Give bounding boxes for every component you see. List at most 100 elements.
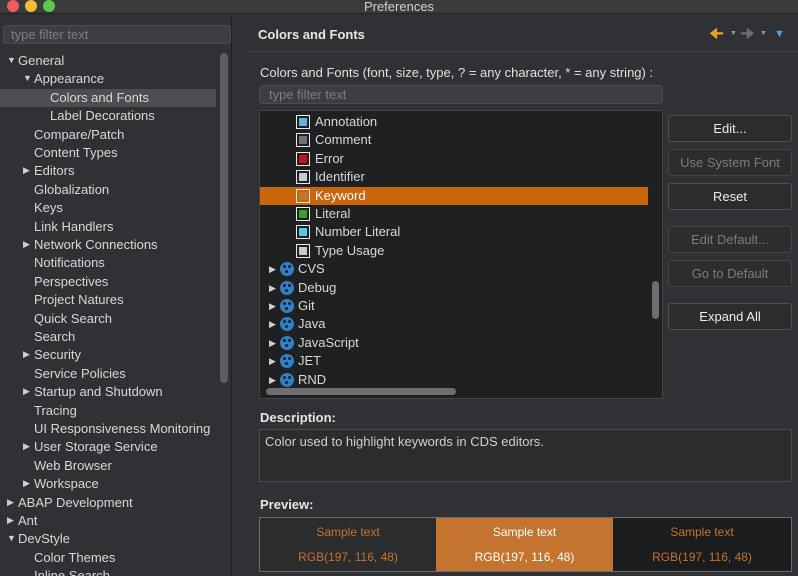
tree-node[interactable]: Quick Search: [0, 310, 216, 328]
color-definition-item[interactable]: Comment: [260, 131, 648, 149]
item-label: Git: [298, 298, 315, 313]
tree-node[interactable]: Compare/Patch: [0, 126, 216, 144]
tree-node-label: Notifications: [34, 255, 105, 271]
tree-node[interactable]: Search: [0, 328, 216, 346]
item-label: Keyword: [315, 187, 366, 203]
back-history-dropdown[interactable]: ▼: [730, 30, 737, 37]
collapsed-arrow-icon[interactable]: ▶: [269, 297, 276, 315]
chevron-down-icon[interactable]: ▼: [774, 28, 785, 40]
tree-node[interactable]: ▶ Ant: [0, 512, 216, 530]
edit-default-button[interactable]: Edit Default...: [668, 226, 792, 253]
color-definition-item[interactable]: Type Usage: [260, 242, 648, 260]
category-item[interactable]: ▶ JET: [260, 352, 648, 370]
collapsed-arrow-icon[interactable]: ▶: [23, 235, 30, 253]
tree-node[interactable]: Tracing: [0, 402, 216, 420]
use-system-font-button[interactable]: Use System Font: [668, 149, 792, 176]
palette-icon: [280, 317, 294, 332]
collapsed-arrow-icon[interactable]: ▶: [23, 161, 30, 179]
tree-node[interactable]: Notifications: [0, 254, 216, 272]
tree-node[interactable]: ▼ General: [0, 52, 216, 70]
tree-node-label: UI Responsiveness Monitoring: [34, 421, 211, 436]
tree-node[interactable]: ▶ Startup and Shutdown: [0, 383, 216, 401]
category-item[interactable]: ▶ CVS: [260, 260, 648, 278]
page-header: Colors and Fonts 🠈 ▼ 🠊 ▼ ▼: [246, 15, 798, 52]
collapsed-arrow-icon[interactable]: ▶: [7, 511, 14, 529]
tree-node-label: Search: [34, 329, 76, 344]
expanded-arrow-icon[interactable]: ▼: [23, 69, 32, 87]
expanded-arrow-icon[interactable]: ▼: [7, 529, 16, 547]
collapsed-arrow-icon[interactable]: ▶: [23, 474, 30, 492]
tree-node[interactable]: Keys: [0, 199, 216, 217]
collapsed-arrow-icon[interactable]: ▶: [23, 437, 30, 455]
reset-button[interactable]: Reset: [668, 183, 792, 210]
item-label: JavaScript: [298, 334, 359, 350]
expand-all-button[interactable]: Expand All: [668, 303, 792, 330]
category-item[interactable]: ▶ Java: [260, 315, 648, 333]
collapsed-arrow-icon[interactable]: ▶: [269, 334, 276, 352]
tree-node[interactable]: ▶ Network Connections: [0, 236, 216, 254]
color-swatch-icon: [296, 207, 310, 221]
tree-node[interactable]: ▶ Security: [0, 346, 216, 364]
category-item[interactable]: ▶ Debug: [260, 279, 648, 297]
tree-node[interactable]: Perspectives: [0, 273, 216, 291]
tree-node[interactable]: Content Types: [0, 144, 216, 162]
tree-filter-input[interactable]: type filter text: [3, 25, 231, 44]
color-definition-item[interactable]: Literal: [260, 205, 648, 223]
palette-icon: [280, 354, 294, 369]
tree-scrollbar[interactable]: [220, 53, 228, 383]
color-definition-item[interactable]: Annotation: [260, 113, 648, 131]
expanded-arrow-icon[interactable]: ▼: [7, 52, 16, 69]
preview-rgb-value: RGB(197, 116, 48): [298, 550, 398, 564]
list-horizontal-scrollbar[interactable]: [266, 388, 456, 395]
tree-node[interactable]: ▼ Appearance: [0, 70, 216, 88]
collapsed-arrow-icon[interactable]: ▶: [269, 371, 276, 389]
go-to-default-button[interactable]: Go to Default: [668, 260, 792, 287]
collapsed-arrow-icon[interactable]: ▶: [23, 345, 30, 363]
collapsed-arrow-icon[interactable]: ▶: [269, 315, 276, 333]
item-label: Comment: [315, 132, 372, 148]
tree-node-label: Startup and Shutdown: [34, 384, 163, 400]
tree-node[interactable]: Globalization: [0, 181, 216, 199]
tree-node[interactable]: UI Responsiveness Monitoring: [0, 420, 216, 438]
arrow-right-icon[interactable]: 🠊: [740, 23, 755, 50]
tree-node[interactable]: Colors and Fonts: [0, 88, 216, 107]
palette-icon: [280, 262, 294, 277]
item-label: CVS: [298, 261, 325, 277]
item-label: Annotation: [315, 114, 378, 129]
collapsed-arrow-icon[interactable]: ▶: [7, 493, 14, 511]
palette-icon: [280, 372, 294, 387]
color-definition-item[interactable]: Keyword: [260, 186, 648, 205]
tree-node[interactable]: ▶ ABAP Development: [0, 494, 216, 512]
collapsed-arrow-icon[interactable]: ▶: [269, 279, 276, 297]
colors-filter-input[interactable]: type filter text: [259, 85, 663, 104]
tree-node[interactable]: Label Decorations: [0, 107, 216, 125]
category-item[interactable]: ▶ Git: [260, 297, 648, 315]
forward-history-dropdown[interactable]: ▼: [760, 30, 767, 37]
collapsed-arrow-icon[interactable]: ▶: [269, 352, 276, 370]
color-definition-item[interactable]: Identifier: [260, 168, 648, 186]
tree-node[interactable]: ▼ DevStyle: [0, 530, 216, 548]
item-label: Debug: [298, 279, 337, 295]
collapsed-arrow-icon[interactable]: ▶: [269, 260, 276, 278]
tree-node[interactable]: ▶ User Storage Service: [0, 438, 216, 456]
category-item[interactable]: ▶ RND: [260, 371, 648, 389]
tree-node-label: Compare/Patch: [34, 126, 125, 142]
tree-node[interactable]: Service Policies: [0, 365, 216, 383]
tree-node-label: ABAP Development: [18, 494, 133, 510]
tree-node[interactable]: Link Handlers: [0, 218, 216, 236]
color-definition-item[interactable]: Error: [260, 150, 648, 168]
list-vertical-scrollbar[interactable]: [652, 281, 659, 319]
tree-node[interactable]: Project Natures: [0, 291, 216, 309]
color-definition-item[interactable]: Number Literal: [260, 223, 648, 241]
collapsed-arrow-icon[interactable]: ▶: [23, 382, 30, 400]
category-item[interactable]: ▶ JavaScript: [260, 334, 648, 352]
tree-node[interactable]: Inline Search: [0, 567, 216, 576]
tree-node[interactable]: Web Browser: [0, 457, 216, 475]
preview-cell-black: Sample text RGB(197, 116, 48): [613, 518, 791, 571]
tree-node[interactable]: ▶ Workspace: [0, 475, 216, 493]
preview-sample-text: Sample text: [492, 525, 557, 539]
edit-button[interactable]: Edit...: [668, 115, 792, 142]
tree-node[interactable]: ▶ Editors: [0, 162, 216, 180]
arrow-left-icon[interactable]: 🠈: [709, 23, 724, 50]
tree-node[interactable]: Color Themes: [0, 549, 216, 567]
